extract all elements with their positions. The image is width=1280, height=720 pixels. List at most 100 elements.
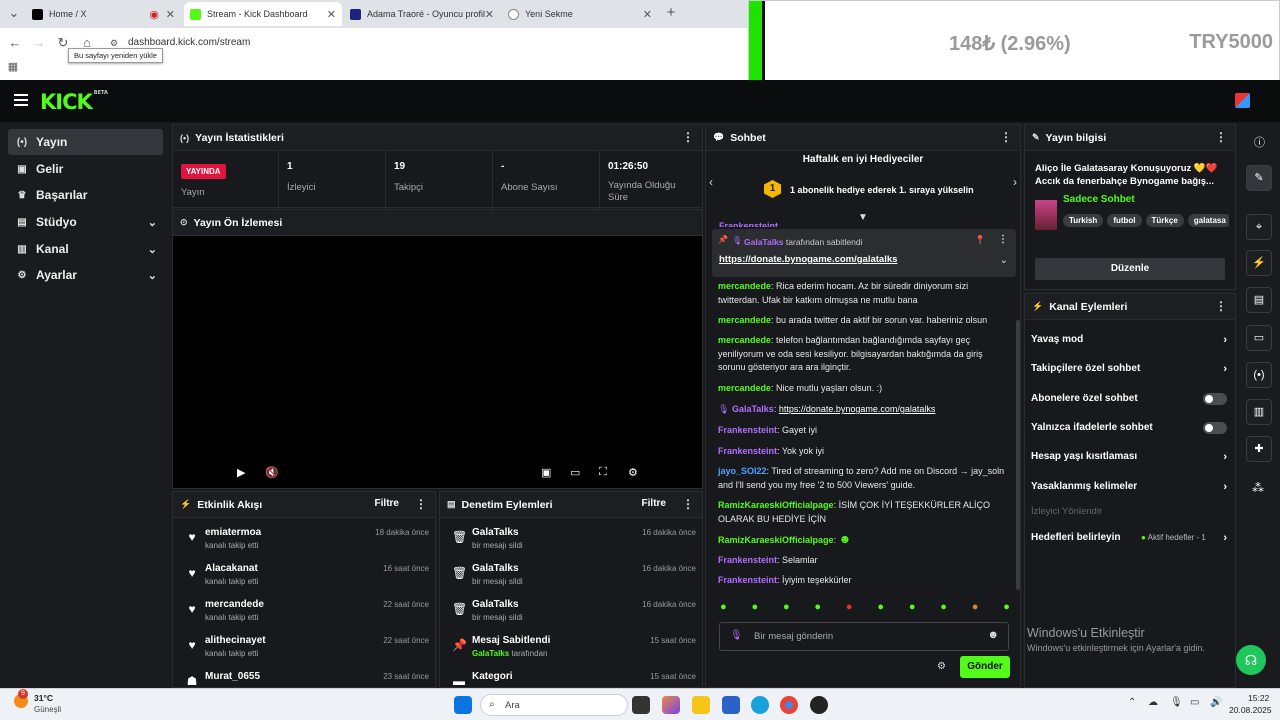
sidebar-item-studyo[interactable]: ▤ Stüdyo ⌄ [8, 209, 163, 235]
more-options-icon[interactable]: ⋮ [682, 130, 694, 144]
broadcast-icon[interactable]: (•) [1246, 362, 1272, 388]
theater-icon[interactable]: ▭ [570, 466, 580, 479]
chat-username[interactable]: mercandede [718, 335, 771, 345]
collapse-icon[interactable]: ▼ [858, 212, 868, 223]
volume-icon[interactable]: 🔊 [1210, 697, 1222, 708]
chat-settings-icon[interactable]: ⚙ [937, 661, 946, 672]
target-icon[interactable]: ⌖ [1246, 214, 1272, 240]
tab-new[interactable]: Yeni Sekme ✕ [502, 2, 658, 26]
start-icon[interactable] [454, 696, 472, 714]
close-tab-icon[interactable]: ✕ [643, 8, 652, 21]
category-name[interactable]: Sadece Sohbet [1063, 194, 1135, 205]
emote-icon[interactable]: ● [720, 601, 727, 617]
chat-username[interactable]: mercandede [718, 383, 771, 393]
address-bar[interactable]: ⚙ dashboard.kick.com/stream [108, 33, 748, 53]
item-name[interactable]: GalaTalks [472, 599, 519, 610]
chat-username[interactable]: GalaTalks [732, 404, 774, 414]
followers-only-row[interactable]: Takipçilere özel sohbet › [1031, 358, 1231, 380]
more-options-icon[interactable]: ⋮ [1215, 299, 1227, 313]
document-icon[interactable]: ▤ [1246, 287, 1272, 313]
emote-icon[interactable]: ● [909, 601, 916, 617]
more-options-icon[interactable]: ⋮ [1215, 130, 1227, 144]
chat-username[interactable]: Frankensteint [718, 555, 777, 565]
item-name[interactable]: GalaTalks [472, 563, 519, 574]
chat-scrollbar[interactable] [1016, 320, 1020, 590]
pencil-icon[interactable]: ✎ [1246, 165, 1272, 191]
item-name[interactable]: GalaTalks [472, 527, 519, 538]
chat-username[interactable]: jayo_SOI22 [718, 466, 767, 476]
mute-icon[interactable]: 🔇 [265, 466, 279, 479]
menu-icon[interactable] [14, 94, 28, 106]
emote-icon[interactable]: ● [972, 601, 979, 617]
banned-words-row[interactable]: Yasaklanmış kelimeler › [1031, 476, 1231, 498]
chat-username[interactable]: Frankensteint [718, 575, 777, 585]
info-icon[interactable]: ⓘ [1254, 134, 1265, 150]
item-name[interactable]: Kategori [472, 671, 513, 682]
avatar[interactable] [1235, 93, 1250, 108]
chat-link[interactable]: https://donate.bynogame.com/galatalks [779, 404, 936, 414]
chat-username[interactable]: mercandede [718, 315, 771, 325]
forward-icon[interactable]: → [30, 34, 48, 52]
emote-icon[interactable]: ● [940, 601, 947, 617]
chrome-icon[interactable] [780, 696, 798, 714]
tag[interactable]: futbol [1107, 214, 1142, 227]
item-name[interactable]: mercandede [205, 599, 264, 610]
tab-search-icon[interactable]: ⌄ [5, 4, 23, 22]
chevron-down-icon[interactable]: ⌄ [1000, 255, 1008, 266]
edge-icon[interactable] [751, 696, 769, 714]
goals-row[interactable]: Hedefleri belirleyin ● Aktif hedefler - 1… [1031, 527, 1231, 549]
send-button[interactable]: Gönder [960, 656, 1010, 678]
more-options-icon[interactable]: ⋮ [998, 234, 1008, 245]
chevron-left-icon[interactable]: ‹ [709, 175, 713, 189]
apps-grid-icon[interactable]: ▦ [4, 58, 22, 76]
emotes-only-toggle[interactable] [1203, 422, 1227, 434]
tab-x[interactable]: Home / X ◉ ✕ [26, 2, 181, 26]
emote-icon[interactable]: ● [846, 601, 853, 617]
apps-icon[interactable]: ⁂ [1252, 481, 1264, 495]
more-options-icon[interactable]: ⋮ [682, 497, 694, 511]
item-name[interactable]: Mesaj Sabitlendi [472, 635, 550, 646]
edit-button[interactable]: Düzenle [1035, 258, 1225, 280]
tab-kick-dashboard[interactable]: Stream - Kick Dashboard ✕ [184, 2, 342, 26]
wrench-icon[interactable]: ✚ [1246, 436, 1272, 462]
sidebar-item-gelir[interactable]: ▣ Gelir [8, 156, 163, 182]
more-options-icon[interactable]: ⋮ [1000, 130, 1012, 144]
close-tab-icon[interactable]: ✕ [485, 8, 494, 21]
unpin-icon[interactable]: 📍 [975, 235, 986, 246]
tag[interactable]: Türkçe [1145, 214, 1184, 227]
close-tab-icon[interactable]: ✕ [166, 8, 175, 21]
subscribers-only-toggle[interactable] [1203, 393, 1227, 405]
chat-username[interactable]: Frankensteint [718, 425, 777, 435]
tab-adama[interactable]: Adama Traoré - Oyuncu profili 2... ✕ [344, 2, 500, 26]
settings-icon[interactable]: ⚙ [628, 466, 638, 479]
support-headset-icon[interactable]: ☊ [1236, 645, 1266, 675]
chat-username[interactable]: RamizKaraeskiOfficialpage [718, 500, 834, 510]
item-name[interactable]: Murat_0655 [205, 671, 260, 682]
emote-icon[interactable]: ● [1003, 601, 1010, 617]
filter-button[interactable]: Filtre [642, 498, 666, 509]
pip-icon[interactable]: ▣ [541, 466, 551, 479]
emote-icon[interactable]: ● [751, 601, 758, 617]
close-tab-icon[interactable]: ✕ [327, 8, 336, 21]
tag[interactable]: Turkish [1063, 214, 1104, 227]
sidebar-item-kanal[interactable]: ▥ Kanal ⌄ [8, 236, 163, 262]
new-tab-icon[interactable]: + [662, 4, 680, 22]
kick-logo[interactable]: KICK BETA [40, 90, 108, 114]
pinned-link[interactable]: https://donate.bynogame.com/galatalks [719, 254, 897, 265]
chevron-right-icon[interactable]: › [1013, 175, 1017, 189]
moderation-icon[interactable]: ▥ [1246, 399, 1272, 425]
fullscreen-icon[interactable]: ⛶ [599, 466, 607, 479]
mic-icon[interactable]: 🎙 [1170, 697, 1183, 708]
emote-icon[interactable]: ● [877, 601, 884, 617]
item-name[interactable]: Alacakanat [205, 563, 258, 574]
taskbar-search[interactable]: ⌕ Ara [480, 694, 628, 716]
network-icon[interactable]: ☁ [1148, 697, 1158, 708]
account-age-row[interactable]: Hesap yaşı kısıtlaması › [1031, 446, 1231, 468]
sidebar-item-basarilar[interactable]: ♛ Başarılar [8, 182, 163, 208]
store-icon[interactable] [722, 696, 740, 714]
app-icon[interactable] [810, 696, 828, 714]
emoji-icon[interactable]: ☻ [987, 629, 999, 641]
sidebar-item-yayin[interactable]: (•) Yayın [8, 129, 163, 155]
slow-mode-row[interactable]: Yavaş mod › [1031, 329, 1231, 351]
emote-icon[interactable]: ● [814, 601, 821, 617]
